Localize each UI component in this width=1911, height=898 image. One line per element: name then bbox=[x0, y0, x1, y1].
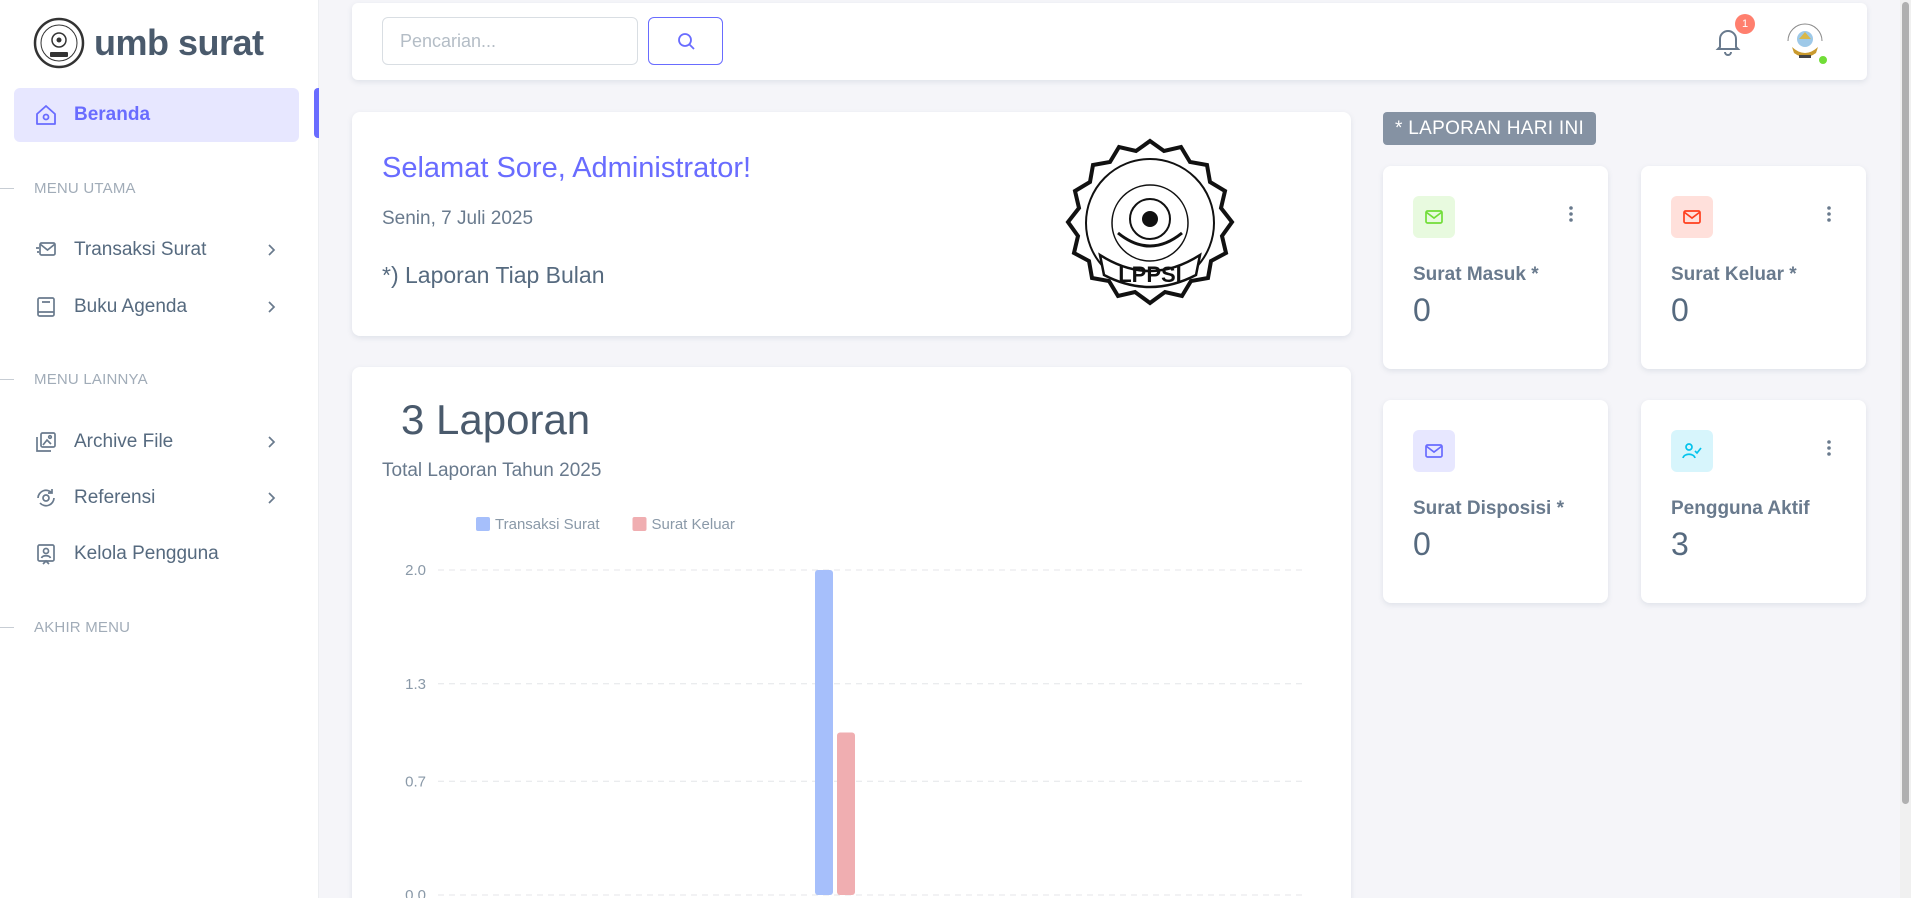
welcome-card: Selamat Sore, Administrator! Senin, 7 Ju… bbox=[352, 112, 1351, 336]
brand-name: umb surat bbox=[94, 22, 264, 63]
legend-label: Transaksi Surat bbox=[495, 516, 600, 533]
mail-send-icon bbox=[34, 238, 58, 262]
stat-label: Surat Masuk * bbox=[1413, 264, 1539, 285]
brand[interactable]: umb surat bbox=[33, 17, 264, 69]
user-check-icon bbox=[1671, 430, 1713, 472]
search-input[interactable] bbox=[382, 17, 638, 65]
sidebar: umb surat Beranda MENU UTAMA Transaksi S… bbox=[0, 0, 319, 898]
chevron-right-icon bbox=[268, 492, 276, 504]
sidebar-item-referensi[interactable]: Referensi bbox=[14, 471, 299, 525]
stat-label: Surat Disposisi * bbox=[1413, 498, 1564, 519]
book-icon bbox=[34, 295, 58, 319]
notification-badge: 1 bbox=[1735, 14, 1755, 34]
bar-surat-keluar bbox=[837, 732, 855, 895]
report-chart-card: 3 Laporan Total Laporan Tahun 2025 Trans… bbox=[352, 367, 1351, 898]
refresh-icon bbox=[34, 486, 58, 510]
chevron-right-icon bbox=[268, 301, 276, 313]
stat-value: 3 bbox=[1671, 526, 1689, 562]
sidebar-item-label: Transaksi Surat bbox=[74, 239, 207, 260]
chevron-right-icon bbox=[268, 244, 276, 256]
online-status-dot bbox=[1817, 54, 1829, 66]
scrollbar-thumb[interactable] bbox=[1902, 2, 1909, 804]
sidebar-item-archive-file[interactable]: Archive File bbox=[14, 415, 299, 469]
active-indicator bbox=[314, 88, 319, 138]
stat-card-surat-masuk: Surat Masuk * 0 bbox=[1383, 166, 1608, 369]
menu-header-akhir: AKHIR MENU bbox=[0, 617, 300, 637]
lppsi-seal-logo: LPPSI bbox=[1065, 138, 1235, 306]
stat-label: Surat Keluar * bbox=[1671, 264, 1797, 285]
bar-chart: Transaksi Surat Surat Keluar 2.0 1.3 0.7 0.0 bbox=[405, 516, 1307, 898]
mail-icon bbox=[1413, 430, 1455, 472]
sidebar-item-label: Referensi bbox=[74, 487, 156, 508]
sidebar-item-beranda[interactable]: Beranda bbox=[14, 88, 299, 142]
y-tick-label: 1.3 bbox=[405, 676, 426, 693]
stat-label: Pengguna Aktif bbox=[1671, 498, 1810, 519]
stat-card-surat-disposisi: Surat Disposisi * 0 bbox=[1383, 400, 1608, 603]
sidebar-item-label: Archive File bbox=[74, 431, 174, 452]
mail-icon bbox=[1671, 196, 1713, 238]
svg-text:LPPSI: LPPSI bbox=[1118, 262, 1182, 287]
legend-swatch bbox=[476, 517, 490, 531]
stat-value: 0 bbox=[1413, 292, 1431, 328]
welcome-title: Selamat Sore, Administrator! bbox=[382, 152, 752, 184]
user-badge-icon bbox=[34, 542, 58, 566]
sidebar-item-transaksi-surat[interactable]: Transaksi Surat bbox=[14, 223, 299, 277]
stat-value: 0 bbox=[1671, 292, 1689, 328]
kebab-menu-icon[interactable] bbox=[1559, 202, 1583, 226]
search-button[interactable] bbox=[648, 17, 723, 65]
top-navbar: 1 bbox=[352, 3, 1867, 80]
menu-header-lainnya: MENU LAINNYA bbox=[0, 369, 300, 389]
brand-logo-icon bbox=[33, 17, 85, 69]
chevron-right-icon bbox=[268, 436, 276, 448]
stat-card-surat-keluar: Surat Keluar * 0 bbox=[1641, 166, 1866, 369]
kebab-menu-icon[interactable] bbox=[1817, 202, 1841, 226]
sidebar-item-label: Buku Agenda bbox=[74, 296, 188, 317]
y-tick-label: 2.0 bbox=[405, 562, 426, 579]
legend-label: Surat Keluar bbox=[652, 516, 735, 533]
bar-transaksi-surat bbox=[815, 570, 833, 895]
kebab-menu-icon[interactable] bbox=[1817, 436, 1841, 460]
search-icon bbox=[677, 33, 695, 50]
sidebar-item-buku-agenda[interactable]: Buku Agenda bbox=[14, 280, 299, 334]
y-tick-label: 0.0 bbox=[405, 887, 426, 898]
y-tick-label: 0.7 bbox=[405, 773, 426, 790]
legend-swatch bbox=[632, 517, 647, 531]
sidebar-item-label: Kelola Pengguna bbox=[74, 543, 219, 564]
image-archive-icon bbox=[34, 430, 58, 454]
today-report-tag: * LAPORAN HARI INI bbox=[1383, 112, 1597, 145]
stat-value: 0 bbox=[1413, 526, 1431, 562]
welcome-note: *) Laporan Tiap Bulan bbox=[382, 262, 605, 288]
stat-card-pengguna-aktif: Pengguna Aktif 3 bbox=[1641, 400, 1866, 603]
welcome-date: Senin, 7 Juli 2025 bbox=[382, 208, 534, 229]
mail-icon bbox=[1413, 196, 1455, 238]
home-icon bbox=[34, 103, 58, 127]
menu-header-utama: MENU UTAMA bbox=[0, 178, 300, 198]
sidebar-item-label: Beranda bbox=[74, 104, 151, 125]
sidebar-item-kelola-pengguna[interactable]: Kelola Pengguna bbox=[14, 527, 299, 581]
